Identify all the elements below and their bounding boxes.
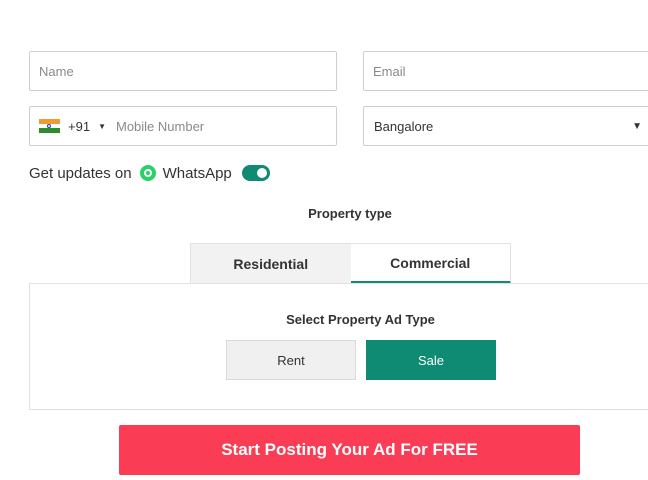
chevron-down-icon: ▼ — [632, 120, 642, 132]
tab-commercial[interactable]: Commercial — [350, 243, 511, 284]
toggle-knob — [256, 168, 267, 178]
updates-label: Get updates on — [29, 164, 132, 182]
tab-residential[interactable]: Residential — [190, 243, 351, 284]
whatsapp-icon — [139, 165, 156, 181]
start-posting-button[interactable]: Start Posting Your Ad For FREE — [119, 425, 580, 475]
property-type-tabs: Residential Commercial — [190, 243, 511, 284]
email-field[interactable] — [363, 51, 648, 91]
rent-button[interactable]: Rent — [226, 340, 356, 380]
whatsapp-toggle[interactable] — [241, 165, 270, 181]
india-flag-icon[interactable] — [39, 119, 60, 134]
name-input[interactable] — [30, 52, 336, 90]
whatsapp-updates-row: Get updates on WhatsApp — [29, 163, 270, 183]
city-select[interactable]: Bangalore ▼ — [363, 106, 648, 146]
email-input[interactable] — [364, 52, 648, 90]
mobile-field[interactable]: +91 ▼ — [29, 106, 337, 146]
city-value: Bangalore — [374, 118, 434, 134]
whatsapp-label: WhatsApp — [162, 164, 232, 182]
name-field[interactable] — [29, 51, 337, 91]
property-type-label: Property type — [308, 206, 392, 221]
ad-type-label: Select Property Ad Type — [286, 312, 435, 327]
sale-button[interactable]: Sale — [366, 340, 496, 380]
mobile-input[interactable] — [113, 107, 336, 145]
country-code[interactable]: +91 — [68, 119, 90, 134]
caret-down-icon[interactable]: ▼ — [98, 122, 106, 131]
ad-type-panel: Select Property Ad Type Rent Sale — [29, 283, 648, 410]
